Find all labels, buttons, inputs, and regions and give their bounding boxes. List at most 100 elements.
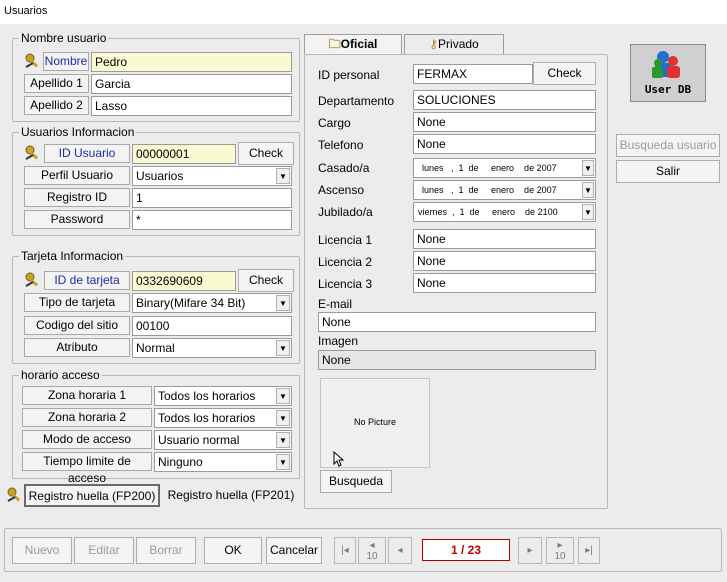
registro-huella-fp201-button[interactable]: Registro huella (FP201) [162, 484, 300, 507]
id-tarjeta-field[interactable]: 0332690609 [132, 271, 236, 291]
chevron-down-icon[interactable]: ▼ [276, 432, 290, 448]
cursor-icon [333, 451, 345, 467]
nombre-label: Nombre [43, 52, 89, 71]
registro-huella-fp200-button[interactable]: Registro huella (FP200) [24, 484, 160, 507]
cargo-label: Cargo [318, 116, 351, 130]
id-personal-label: ID personal [318, 68, 380, 82]
ascenso-date-value: lunes , 1 de enero de 2007 [422, 185, 557, 195]
perfil-usuario-value: Usuarios [136, 169, 184, 183]
apellido2-field[interactable]: Lasso [91, 96, 292, 116]
check-personal-button[interactable]: Check [533, 62, 596, 85]
zona-horaria-2-select[interactable]: Todos los horarios ▼ [154, 408, 292, 428]
imagen-label: Imagen [318, 334, 359, 348]
licencia2-field[interactable]: None [413, 251, 596, 271]
licencia3-label: Licencia 3 [318, 277, 373, 291]
perfil-usuario-label: Perfil Usuario [24, 166, 130, 185]
chevron-down-icon[interactable]: ▼ [276, 340, 290, 356]
casado-date-picker[interactable]: lunes , 1 de enero de 2007 ▼ [413, 158, 596, 178]
check-usuario-button[interactable]: Check [238, 142, 294, 165]
modo-acceso-select[interactable]: Usuario normal ▼ [154, 430, 292, 450]
jubilado-label: Jubilado/a [318, 205, 373, 219]
chevron-down-icon[interactable]: ▼ [276, 454, 290, 470]
perfil-usuario-select[interactable]: Usuarios ▼ [132, 166, 292, 186]
chevron-down-icon[interactable]: ▼ [582, 182, 594, 198]
last-icon: ▸| [585, 545, 593, 556]
licencia3-field[interactable]: None [413, 273, 596, 293]
telefono-field[interactable]: None [413, 134, 596, 154]
nombre-field[interactable]: Pedro [91, 52, 292, 72]
ok-button[interactable]: OK [204, 537, 262, 564]
busqueda-button[interactable]: Busqueda [320, 470, 392, 493]
busqueda-usuario-button[interactable]: Busqueda usuario [616, 134, 720, 157]
tiempo-limite-select[interactable]: Ninguno ▼ [154, 452, 292, 472]
departamento-field[interactable]: SOLUCIONES [413, 90, 596, 110]
email-label: E-mail [318, 297, 353, 311]
licencia1-field[interactable]: None [413, 229, 596, 249]
id-personal-field[interactable]: FERMAX [413, 64, 533, 84]
casado-label: Casado/a [318, 161, 370, 175]
email-field[interactable]: None [318, 312, 596, 332]
chevron-down-icon[interactable]: ▼ [582, 160, 594, 176]
registro-id-field[interactable]: 1 [132, 188, 292, 208]
key-icon [25, 53, 39, 68]
tab-privado[interactable]: ⚷Privado [404, 34, 504, 54]
back-10-button[interactable]: ◂ 10 [358, 537, 386, 564]
modo-acceso-value: Usuario normal [158, 433, 240, 447]
folder-icon: 🗀 [328, 37, 341, 51]
zona-horaria-2-value: Todos los horarios [158, 411, 256, 425]
key-icon [25, 145, 39, 160]
user-db-button[interactable]: User DB [630, 44, 706, 102]
nuevo-button[interactable]: Nuevo [12, 537, 72, 564]
codigo-sitio-field[interactable]: 00100 [132, 316, 292, 336]
editar-button[interactable]: Editar [74, 537, 134, 564]
ascenso-date-picker[interactable]: lunes , 1 de enero de 2007 ▼ [413, 180, 596, 200]
tab-privado-label: Privado [438, 37, 479, 51]
chevron-down-icon[interactable]: ▼ [276, 388, 290, 404]
tipo-tarjeta-value: Binary(Mifare 34 Bit) [136, 296, 246, 310]
tab-oficial[interactable]: 🗀Oficial [304, 34, 402, 54]
jubilado-date-picker[interactable]: viernes , 1 de enero de 2100 ▼ [413, 202, 596, 222]
user-db-label: User DB [644, 83, 692, 96]
chevron-down-icon[interactable]: ▼ [276, 295, 290, 311]
cancelar-button[interactable]: Cancelar [266, 537, 322, 564]
chevron-down-icon[interactable]: ▼ [582, 204, 594, 220]
atributo-select[interactable]: Normal ▼ [132, 338, 292, 358]
atributo-value: Normal [136, 341, 175, 355]
password-field[interactable]: * [132, 210, 292, 230]
prev-record-button[interactable]: ◂ [388, 537, 412, 564]
prev-icon: ◂ [397, 545, 403, 556]
imagen-field: None [318, 350, 596, 370]
atributo-label: Atributo [24, 338, 130, 357]
codigo-sitio-label: Codigo del sitio [24, 316, 130, 335]
tab-oficial-label: Oficial [340, 37, 378, 51]
salir-button[interactable]: Salir [616, 160, 720, 183]
forward-10-button[interactable]: ▸ 10 [546, 537, 574, 564]
first-record-button[interactable]: |◂ [334, 537, 356, 564]
zona-horaria-1-label: Zona horaria 1 [22, 386, 152, 405]
borrar-button[interactable]: Borrar [136, 537, 196, 564]
cargo-field[interactable]: None [413, 112, 596, 132]
telefono-label: Telefono [318, 138, 364, 152]
last-record-button[interactable]: ▸| [578, 537, 600, 564]
id-usuario-field[interactable]: 00000001 [132, 144, 236, 164]
next-record-button[interactable]: ▸ [518, 537, 542, 564]
picture-box: No Picture [320, 378, 430, 468]
licencia1-label: Licencia 1 [318, 233, 373, 247]
key-icon [7, 487, 21, 502]
chevron-down-icon[interactable]: ▼ [276, 410, 290, 426]
jubilado-date-value: viernes , 1 de enero de 2100 [418, 207, 558, 217]
forward-10-icon: ▸ [557, 540, 563, 551]
no-picture-text: No Picture [353, 417, 397, 427]
next-icon: ▸ [527, 545, 533, 556]
apellido1-field[interactable]: Garcia [91, 74, 292, 94]
zona-horaria-1-select[interactable]: Todos los horarios ▼ [154, 386, 292, 406]
tipo-tarjeta-select[interactable]: Binary(Mifare 34 Bit) ▼ [132, 293, 292, 313]
apellido2-label: Apellido 2 [24, 96, 89, 115]
casado-date-value: lunes , 1 de enero de 2007 [422, 163, 557, 173]
check-tarjeta-button[interactable]: Check [238, 269, 294, 292]
id-tarjeta-label: ID de tarjeta [44, 271, 130, 290]
chevron-down-icon[interactable]: ▼ [276, 168, 290, 184]
group-title: Usuarios Informacion [19, 125, 137, 139]
key-icon: ⚷ [429, 37, 439, 51]
group-title: horario acceso [19, 368, 102, 382]
